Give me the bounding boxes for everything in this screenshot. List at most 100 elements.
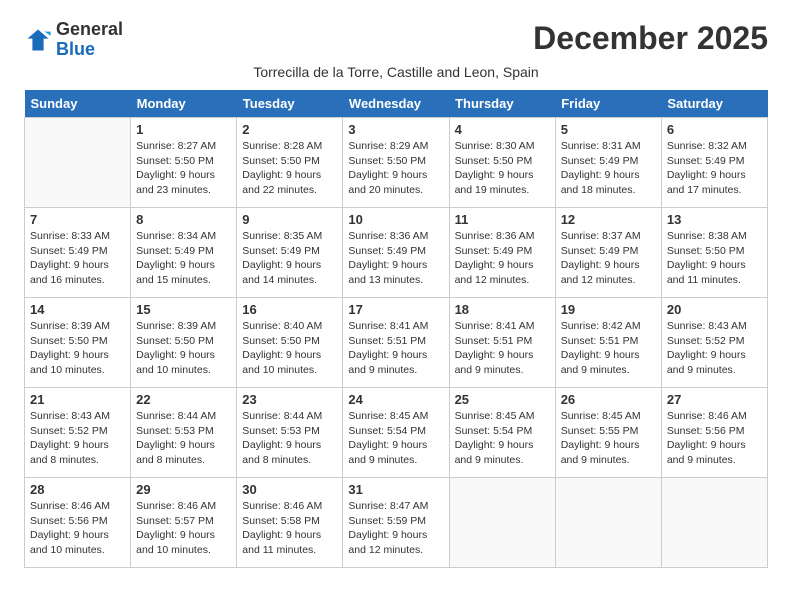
- day-info: Sunrise: 8:27 AM Sunset: 5:50 PM Dayligh…: [136, 139, 231, 198]
- day-number: 19: [561, 302, 656, 317]
- day-number: 16: [242, 302, 337, 317]
- day-info: Sunrise: 8:28 AM Sunset: 5:50 PM Dayligh…: [242, 139, 337, 198]
- day-number: 30: [242, 482, 337, 497]
- day-number: 9: [242, 212, 337, 227]
- subtitle: Torrecilla de la Torre, Castille and Leo…: [24, 64, 768, 80]
- day-number: 20: [667, 302, 762, 317]
- day-cell: 11Sunrise: 8:36 AM Sunset: 5:49 PM Dayli…: [449, 208, 555, 298]
- day-number: 6: [667, 122, 762, 137]
- day-cell: 4 Sunrise: 8:30 AM Sunset: 5:50 PM Daylig…: [449, 118, 555, 208]
- day-cell: 28 Sunrise: 8:46 AM Sunset: 5:56 PM Dayli…: [25, 478, 131, 568]
- day-number: 11: [455, 212, 550, 227]
- day-number: 13: [667, 212, 762, 227]
- week-row-3: 21Sunrise: 8:43 AM Sunset: 5:52 PM Dayli…: [25, 388, 768, 478]
- day-info: Sunrise: 8:29 AM Sunset: 5:50 PM Dayligh…: [348, 139, 443, 198]
- day-info: Sunrise: 8:32 AM Sunset: 5:49 PM Dayligh…: [667, 139, 762, 198]
- day-number: 4: [455, 122, 550, 137]
- day-number: 25: [455, 392, 550, 407]
- day-info: Sunrise: 8:44 AM Sunset: 5:53 PM Dayligh…: [242, 409, 337, 468]
- header-saturday: Saturday: [661, 90, 767, 118]
- day-info: Sunrise: 8:34 AM Sunset: 5:49 PM Dayligh…: [136, 229, 231, 288]
- header-monday: Monday: [131, 90, 237, 118]
- day-info: Sunrise: 8:44 AM Sunset: 5:53 PM Dayligh…: [136, 409, 231, 468]
- day-cell: [661, 478, 767, 568]
- day-number: 24: [348, 392, 443, 407]
- day-cell: [555, 478, 661, 568]
- day-info: Sunrise: 8:46 AM Sunset: 5:56 PM Dayligh…: [667, 409, 762, 468]
- day-number: 7: [30, 212, 125, 227]
- day-cell: 1 Sunrise: 8:27 AM Sunset: 5:50 PM Daylig…: [131, 118, 237, 208]
- day-info: Sunrise: 8:33 AM Sunset: 5:49 PM Dayligh…: [30, 229, 125, 288]
- day-number: 5: [561, 122, 656, 137]
- day-number: 14: [30, 302, 125, 317]
- day-cell: 31 Sunrise: 8:47 AM Sunset: 5:59 PM Dayli…: [343, 478, 449, 568]
- header: General Blue December 2025: [24, 20, 768, 60]
- logo-blue: Blue: [56, 39, 95, 59]
- day-info: Sunrise: 8:41 AM Sunset: 5:51 PM Dayligh…: [348, 319, 443, 378]
- day-info: Sunrise: 8:46 AM Sunset: 5:56 PM Dayligh…: [30, 499, 125, 558]
- day-number: 8: [136, 212, 231, 227]
- day-info: Sunrise: 8:45 AM Sunset: 5:55 PM Dayligh…: [561, 409, 656, 468]
- month-title: December 2025: [533, 20, 768, 57]
- week-row-0: 1 Sunrise: 8:27 AM Sunset: 5:50 PM Daylig…: [25, 118, 768, 208]
- header-sunday: Sunday: [25, 90, 131, 118]
- day-cell: 23 Sunrise: 8:44 AM Sunset: 5:53 PM Dayli…: [237, 388, 343, 478]
- day-number: 17: [348, 302, 443, 317]
- header-thursday: Thursday: [449, 90, 555, 118]
- day-cell: 14 Sunrise: 8:39 AM Sunset: 5:50 PM Dayli…: [25, 298, 131, 388]
- day-cell: 15Sunrise: 8:39 AM Sunset: 5:50 PM Dayli…: [131, 298, 237, 388]
- day-info: Sunrise: 8:41 AM Sunset: 5:51 PM Dayligh…: [455, 319, 550, 378]
- day-cell: 6 Sunrise: 8:32 AM Sunset: 5:49 PM Daylig…: [661, 118, 767, 208]
- day-number: 26: [561, 392, 656, 407]
- week-row-2: 14 Sunrise: 8:39 AM Sunset: 5:50 PM Dayli…: [25, 298, 768, 388]
- day-info: Sunrise: 8:45 AM Sunset: 5:54 PM Dayligh…: [455, 409, 550, 468]
- day-number: 1: [136, 122, 231, 137]
- day-info: Sunrise: 8:40 AM Sunset: 5:50 PM Dayligh…: [242, 319, 337, 378]
- day-cell: 5 Sunrise: 8:31 AM Sunset: 5:49 PM Daylig…: [555, 118, 661, 208]
- day-number: 22: [136, 392, 231, 407]
- day-cell: 3Sunrise: 8:29 AM Sunset: 5:50 PM Daylig…: [343, 118, 449, 208]
- calendar-header-row: SundayMondayTuesdayWednesdayThursdayFrid…: [25, 90, 768, 118]
- day-cell: 20Sunrise: 8:43 AM Sunset: 5:52 PM Dayli…: [661, 298, 767, 388]
- day-info: Sunrise: 8:35 AM Sunset: 5:49 PM Dayligh…: [242, 229, 337, 288]
- day-number: 21: [30, 392, 125, 407]
- day-cell: 16 Sunrise: 8:40 AM Sunset: 5:50 PM Dayli…: [237, 298, 343, 388]
- day-info: Sunrise: 8:31 AM Sunset: 5:49 PM Dayligh…: [561, 139, 656, 198]
- day-cell: 8 Sunrise: 8:34 AM Sunset: 5:49 PM Daylig…: [131, 208, 237, 298]
- day-cell: 10Sunrise: 8:36 AM Sunset: 5:49 PM Dayli…: [343, 208, 449, 298]
- header-friday: Friday: [555, 90, 661, 118]
- logo: General Blue: [24, 20, 123, 60]
- day-cell: 17 Sunrise: 8:41 AM Sunset: 5:51 PM Dayli…: [343, 298, 449, 388]
- day-cell: 2 Sunrise: 8:28 AM Sunset: 5:50 PM Daylig…: [237, 118, 343, 208]
- day-cell: 13 Sunrise: 8:38 AM Sunset: 5:50 PM Dayli…: [661, 208, 767, 298]
- day-number: 10: [348, 212, 443, 227]
- day-info: Sunrise: 8:39 AM Sunset: 5:50 PM Dayligh…: [136, 319, 231, 378]
- day-number: 2: [242, 122, 337, 137]
- day-cell: 22 Sunrise: 8:44 AM Sunset: 5:53 PM Dayli…: [131, 388, 237, 478]
- day-number: 31: [348, 482, 443, 497]
- day-number: 27: [667, 392, 762, 407]
- day-number: 23: [242, 392, 337, 407]
- day-info: Sunrise: 8:39 AM Sunset: 5:50 PM Dayligh…: [30, 319, 125, 378]
- week-row-1: 7 Sunrise: 8:33 AM Sunset: 5:49 PM Daylig…: [25, 208, 768, 298]
- day-number: 29: [136, 482, 231, 497]
- day-info: Sunrise: 8:38 AM Sunset: 5:50 PM Dayligh…: [667, 229, 762, 288]
- day-cell: 24Sunrise: 8:45 AM Sunset: 5:54 PM Dayli…: [343, 388, 449, 478]
- day-info: Sunrise: 8:42 AM Sunset: 5:51 PM Dayligh…: [561, 319, 656, 378]
- header-tuesday: Tuesday: [237, 90, 343, 118]
- week-row-4: 28 Sunrise: 8:46 AM Sunset: 5:56 PM Dayli…: [25, 478, 768, 568]
- day-info: Sunrise: 8:46 AM Sunset: 5:57 PM Dayligh…: [136, 499, 231, 558]
- day-info: Sunrise: 8:37 AM Sunset: 5:49 PM Dayligh…: [561, 229, 656, 288]
- calendar-table: SundayMondayTuesdayWednesdayThursdayFrid…: [24, 90, 768, 568]
- day-cell: 26 Sunrise: 8:45 AM Sunset: 5:55 PM Dayli…: [555, 388, 661, 478]
- day-cell: 25 Sunrise: 8:45 AM Sunset: 5:54 PM Dayli…: [449, 388, 555, 478]
- day-info: Sunrise: 8:47 AM Sunset: 5:59 PM Dayligh…: [348, 499, 443, 558]
- header-wednesday: Wednesday: [343, 90, 449, 118]
- day-cell: 19 Sunrise: 8:42 AM Sunset: 5:51 PM Dayli…: [555, 298, 661, 388]
- day-cell: 30Sunrise: 8:46 AM Sunset: 5:58 PM Dayli…: [237, 478, 343, 568]
- day-number: 28: [30, 482, 125, 497]
- logo-general: General: [56, 19, 123, 39]
- day-cell: 12Sunrise: 8:37 AM Sunset: 5:49 PM Dayli…: [555, 208, 661, 298]
- logo-text: General Blue: [56, 20, 123, 60]
- day-info: Sunrise: 8:30 AM Sunset: 5:50 PM Dayligh…: [455, 139, 550, 198]
